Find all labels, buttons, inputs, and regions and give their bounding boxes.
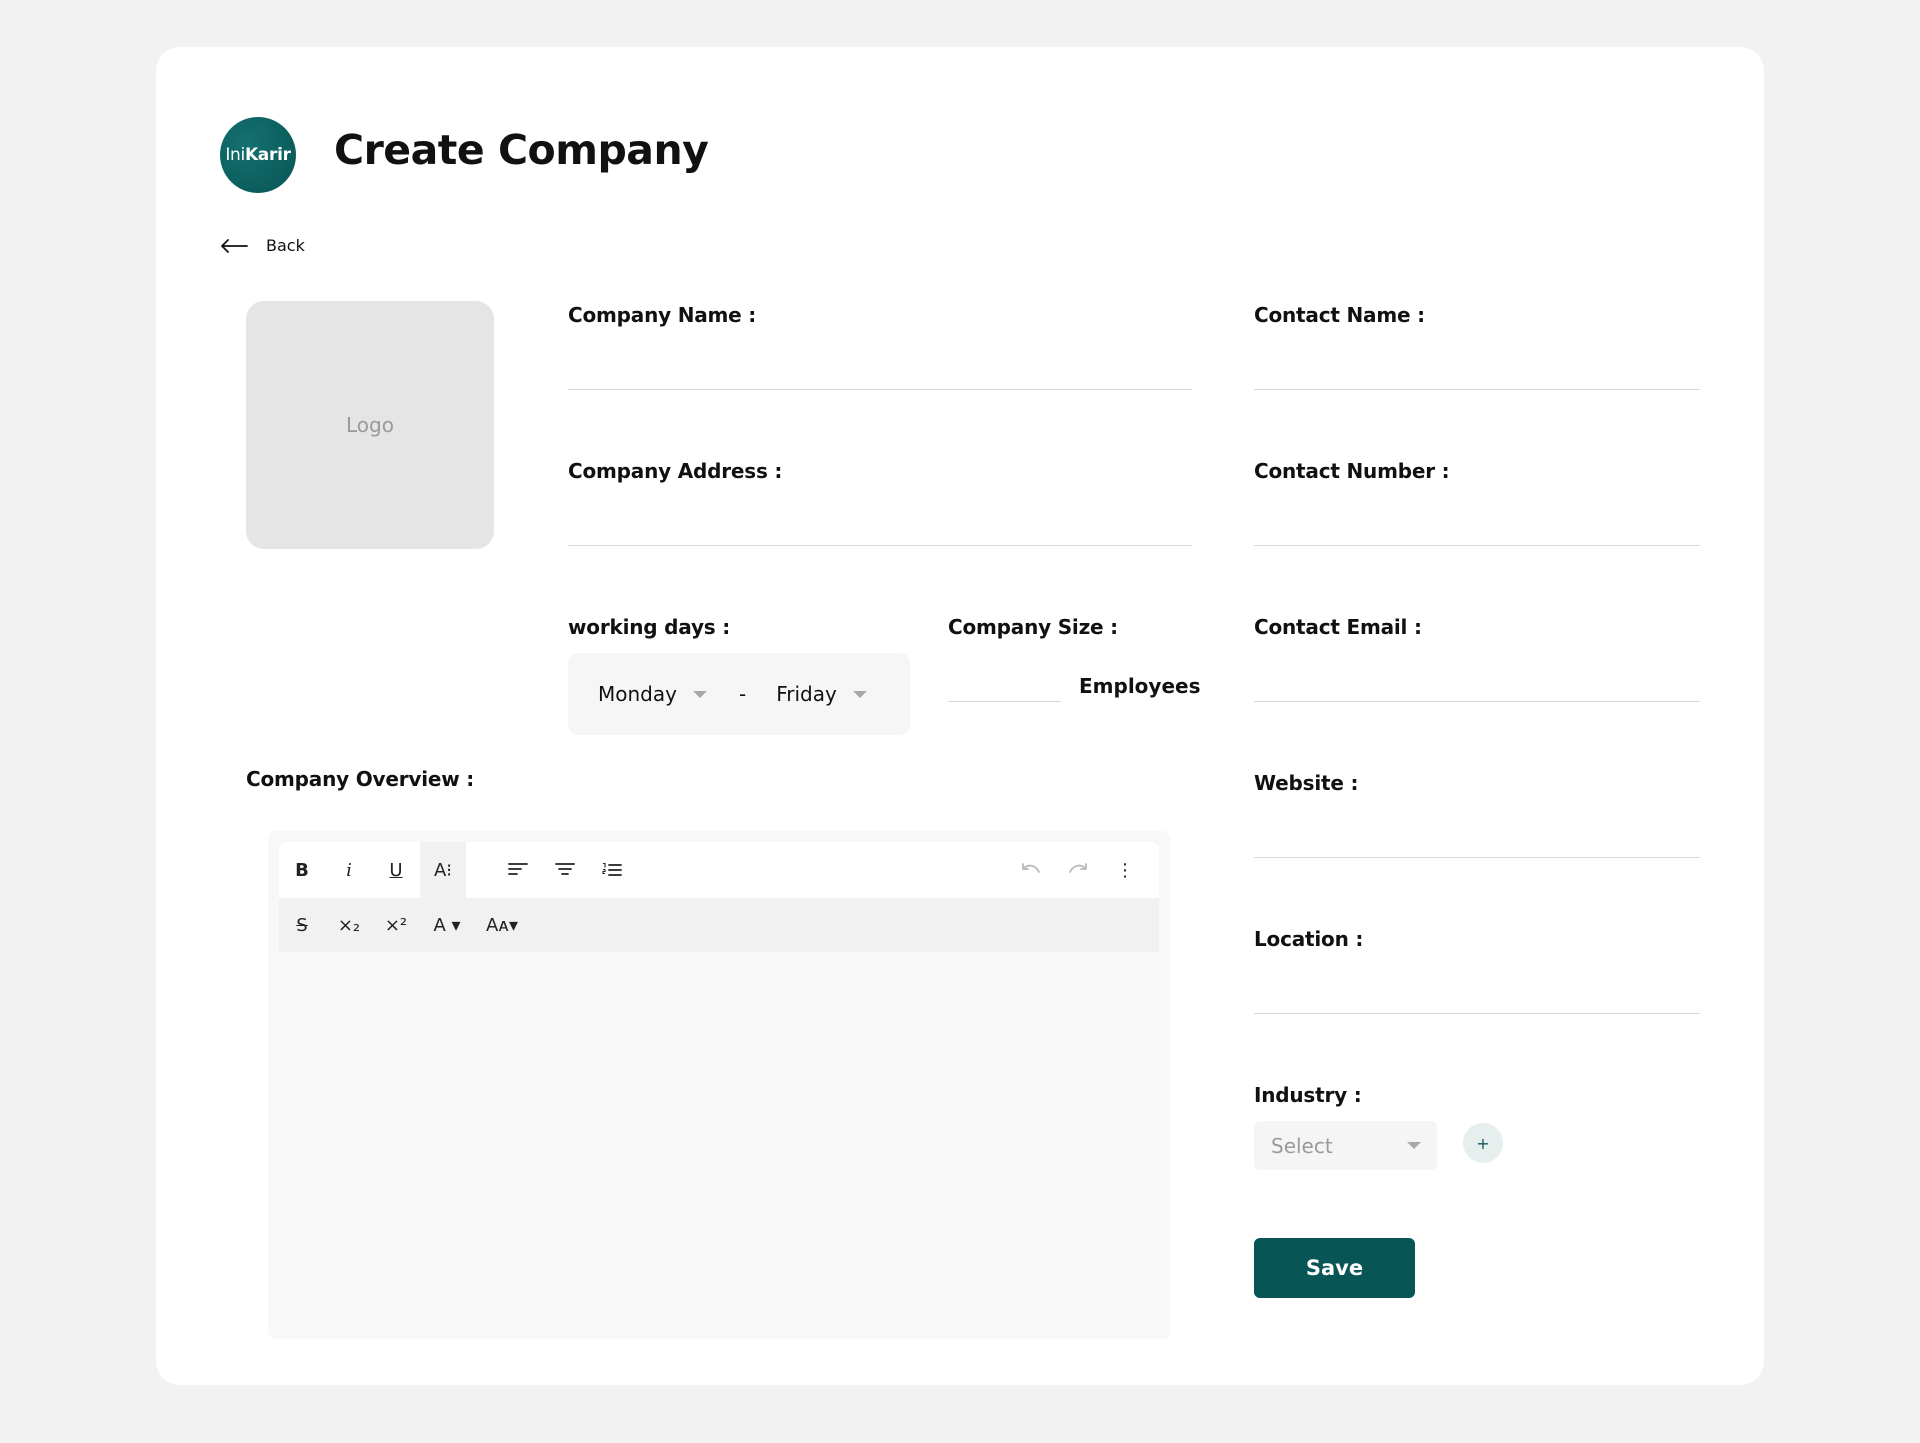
contact-number-input[interactable] — [1254, 512, 1700, 546]
back-label: Back — [266, 236, 305, 255]
editor-toolbar-primary: B i U A⁝ ⋮ — [279, 842, 1159, 898]
italic-button[interactable]: i — [326, 847, 372, 893]
ordered-list-button[interactable] — [589, 847, 635, 893]
brand-logo-light: Ini — [225, 145, 245, 165]
align-left-icon — [508, 863, 528, 875]
company-overview-editor[interactable]: B i U A⁝ ⋮ S ×₂ ×² A ▾ Aᴀ▾ — [268, 831, 1170, 1339]
company-size-input[interactable] — [948, 668, 1061, 702]
website-input[interactable] — [1254, 824, 1700, 858]
company-address-input[interactable] — [568, 512, 1192, 546]
location-label: Location : — [1254, 927, 1364, 951]
font-style-button[interactable]: A⁝ — [420, 842, 466, 898]
company-name-label: Company Name : — [568, 303, 757, 327]
save-button[interactable]: Save — [1254, 1238, 1415, 1298]
editor-toolbar-secondary: S ×₂ ×² A ▾ Aᴀ▾ — [279, 898, 1159, 952]
redo-icon — [1069, 863, 1087, 873]
align-left-button[interactable] — [495, 847, 541, 893]
back-link[interactable]: Back — [220, 236, 305, 255]
subscript-button[interactable]: ×₂ — [326, 902, 372, 948]
redo-button[interactable] — [1055, 847, 1101, 893]
working-days-picker: Monday - Friday — [568, 653, 910, 735]
arrow-left-icon — [221, 238, 248, 253]
chevron-down-icon — [692, 690, 707, 698]
chevron-down-icon — [852, 690, 867, 698]
contact-name-input[interactable] — [1254, 356, 1700, 390]
working-day-to-value: Friday — [776, 682, 837, 706]
working-days-separator: - — [738, 682, 747, 706]
page-title: Create Company — [334, 126, 709, 174]
brand-logo-bold: Karir — [244, 145, 291, 165]
working-day-to-select[interactable]: Friday — [776, 682, 867, 706]
undo-button[interactable] — [1008, 847, 1054, 893]
ordered-list-icon — [602, 862, 622, 876]
font-size-button[interactable]: Aᴀ▾ — [475, 902, 529, 948]
industry-label: Industry : — [1254, 1083, 1362, 1107]
contact-number-label: Contact Number : — [1254, 459, 1450, 483]
company-size-label: Company Size : — [948, 615, 1118, 639]
contact-email-label: Contact Email : — [1254, 615, 1422, 639]
brand-logo: Ini Karir — [220, 117, 296, 193]
bold-button[interactable]: B — [279, 847, 325, 893]
strikethrough-button[interactable]: S — [279, 902, 325, 948]
font-color-button[interactable]: A ▾ — [420, 902, 474, 948]
company-overview-label: Company Overview : — [246, 767, 475, 791]
company-name-input[interactable] — [568, 356, 1192, 390]
company-address-label: Company Address : — [568, 459, 783, 483]
company-size-unit: Employees — [1079, 674, 1201, 698]
underline-button[interactable]: U — [373, 847, 419, 893]
align-center-icon — [555, 863, 575, 875]
logo-upload[interactable]: Logo — [246, 301, 494, 549]
website-label: Website : — [1254, 771, 1359, 795]
contact-name-label: Contact Name : — [1254, 303, 1425, 327]
working-day-from-value: Monday — [598, 682, 677, 706]
contact-email-input[interactable] — [1254, 668, 1700, 702]
more-options-button[interactable]: ⋮ — [1102, 847, 1148, 893]
logo-upload-label: Logo — [346, 413, 394, 437]
working-day-from-select[interactable]: Monday — [598, 682, 707, 706]
chevron-down-icon — [1407, 1142, 1421, 1149]
working-days-label: working days : — [568, 615, 731, 639]
align-center-button[interactable] — [542, 847, 588, 893]
location-input[interactable] — [1254, 980, 1700, 1014]
industry-select-value: Select — [1271, 1133, 1333, 1158]
superscript-button[interactable]: ×² — [373, 902, 419, 948]
industry-select[interactable]: Select — [1254, 1121, 1437, 1170]
undo-icon — [1022, 863, 1040, 873]
add-industry-button[interactable]: + — [1463, 1123, 1503, 1163]
